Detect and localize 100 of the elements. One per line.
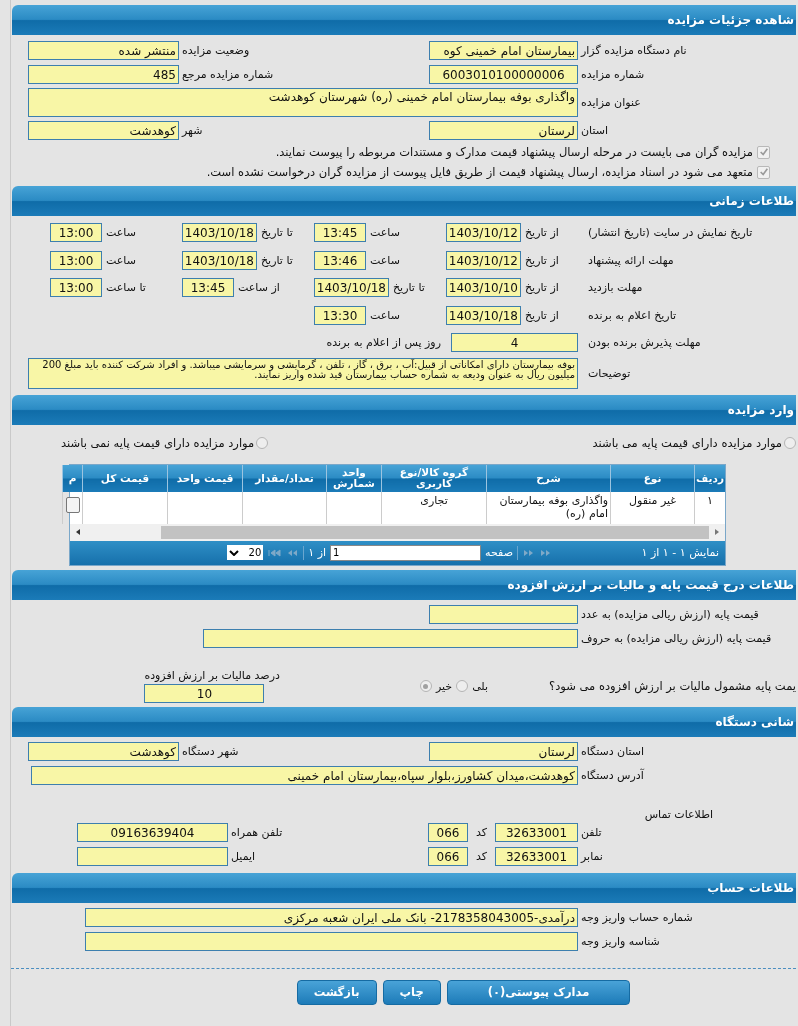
text-field[interactable]: 1403/10/18 xyxy=(182,250,257,270)
checkbox[interactable] xyxy=(757,145,770,159)
text-field[interactable] xyxy=(429,605,578,624)
text-field[interactable]: 13:00 xyxy=(50,278,102,298)
column-header: قیمت واحد xyxy=(167,464,243,492)
text-field[interactable]: 6003010100000006 xyxy=(429,64,578,84)
text-field[interactable]: واگذاری بوفه بیمارستان امام خمینی (ره) شهرستان کوهدشت xyxy=(28,87,578,117)
text-field[interactable]: 1403/10/18 xyxy=(182,223,257,243)
field-label: شماره مزایده مرجع xyxy=(182,67,274,81)
text-field[interactable] xyxy=(85,932,578,951)
text-field[interactable]: 13:00 xyxy=(50,223,102,243)
checkbox[interactable] xyxy=(757,165,770,179)
field-label: قیمت پایه (ارزش ریالی مزایده) به حروف xyxy=(581,632,772,645)
caret-icon[interactable] xyxy=(229,549,240,556)
field-label: از تاریخ xyxy=(524,253,559,267)
section-header: طلاعات زمانی xyxy=(12,186,796,216)
scrollbar-thumb[interactable] xyxy=(161,525,709,539)
column-header: قیمت کل xyxy=(82,464,168,492)
field-label: ایمیل xyxy=(231,850,256,863)
section-header: شاهده جزئیات مزایده xyxy=(12,5,796,35)
radio-button[interactable] xyxy=(456,680,469,692)
page-field[interactable]: 1 xyxy=(330,544,482,561)
field-label: توضیحات xyxy=(588,367,631,380)
text-field[interactable]: لرستان xyxy=(429,120,578,140)
table-cell: ۱ xyxy=(694,491,725,524)
field-label: از تاریخ xyxy=(524,281,559,295)
page-size-select[interactable]: 20 xyxy=(227,545,264,560)
scrollbar-track[interactable] xyxy=(70,523,725,541)
field-label: عنوان مزایده xyxy=(581,95,641,109)
text-field[interactable]: 13:00 xyxy=(50,250,102,270)
text-field[interactable]: 13:45 xyxy=(314,223,366,243)
text-field[interactable]: 13:46 xyxy=(314,250,366,270)
text-field[interactable]: 1403/10/18 xyxy=(314,278,389,298)
pager-summary: نمایش ۱ - ۱ از ۱ xyxy=(640,546,719,559)
field-label: تا تاریخ xyxy=(260,226,293,240)
text-field[interactable]: درآمدی-2178358043005- بانک ملی ایران شعبه مرکزی xyxy=(85,908,578,927)
text-field[interactable]: 066 xyxy=(428,823,468,842)
column-header: تعداد/مقدار xyxy=(242,464,327,492)
text-field[interactable]: لرستان xyxy=(429,742,578,761)
field-label: روز پس از اعلام به برنده xyxy=(326,336,441,350)
text-field[interactable]: 1403/10/12 xyxy=(446,223,521,243)
field-label: تاریخ اعلام به برنده xyxy=(588,308,677,322)
text-field[interactable]: 1403/10/10 xyxy=(446,278,521,298)
section-header: طلاعات حساب xyxy=(12,872,796,903)
text-field[interactable]: کوهدشت،میدان کشاورز،بلوار سپاه،بیمارستان امام خمینی xyxy=(31,766,578,785)
text-field[interactable]: 1403/10/12 xyxy=(446,250,521,270)
section-header: طلاعات درج قیمت پایه و مالیات بر ارزش افزوده xyxy=(12,569,796,600)
column-header: ردیف xyxy=(694,464,725,492)
radio-button[interactable] xyxy=(419,680,432,692)
text-field[interactable]: 09163639404 xyxy=(77,823,228,842)
text-field[interactable]: بیمارستان امام خمینی کوه xyxy=(429,40,578,60)
field-label: استان دستگاه xyxy=(581,745,645,758)
text-field[interactable]: 485 xyxy=(28,64,179,84)
checkbox-label: مزایده گران می بایست در مرحله ارسال پیشنهاد قیمت مدارک و مستندات مربوطه را پیوست نمایند. xyxy=(275,145,753,159)
column-header: م xyxy=(62,464,83,492)
radio-button[interactable] xyxy=(256,436,269,449)
text-field[interactable]: کوهدشت xyxy=(28,742,179,761)
table-cell: تجاری xyxy=(381,491,487,524)
text-field[interactable] xyxy=(77,847,228,866)
field-label: تا تاریخ xyxy=(392,281,425,295)
table-row[interactable]: ۱ غیر منقول واگذاری بوفه بیمارستان امام (ره) تجاری xyxy=(62,491,725,524)
field-label: ساعت xyxy=(105,253,136,267)
field-label: شماره مزایده xyxy=(581,67,645,81)
field-label: کد xyxy=(476,826,487,839)
text-field[interactable]: 32633001 xyxy=(495,847,578,866)
scroll-left-icon[interactable] xyxy=(74,528,82,536)
text-field[interactable]: منتشر شده xyxy=(28,40,179,60)
column-header: گروه کالا/نوع کاربری xyxy=(381,464,487,492)
text-field[interactable]: 32633001 xyxy=(495,823,578,842)
field-label: از تاریخ xyxy=(524,308,559,322)
text-field[interactable]: 13:45 xyxy=(182,278,234,298)
page-count: از ۱ xyxy=(308,546,327,559)
attachments-button[interactable]: مدارک پیوستی(۰) xyxy=(446,979,631,1005)
text-field[interactable]: 10 xyxy=(144,683,265,703)
field-label: تا تاریخ xyxy=(260,253,293,267)
field-label: ساعت xyxy=(105,226,136,240)
first-page-icon[interactable] xyxy=(267,548,282,557)
print-button[interactable]: چاپ xyxy=(382,979,441,1005)
radio-button[interactable] xyxy=(784,436,796,449)
field-label: شماره حساب واریز وجه xyxy=(581,911,693,924)
back-button[interactable]: بازگشت xyxy=(296,979,377,1005)
radio-label: موارد مزایده دارای قیمت پایه می باشند xyxy=(592,435,782,450)
field-label: قیمت پایه (ارزش ریالی مزایده) به عدد xyxy=(581,608,759,621)
field-label: نمابر xyxy=(581,850,603,863)
scroll-right-icon[interactable] xyxy=(713,528,721,536)
text-field[interactable]: 13:30 xyxy=(314,305,366,325)
column-header: واحد شمارش xyxy=(326,464,382,492)
field-label: تلفن xyxy=(581,826,602,839)
field-label: شهر xyxy=(182,123,203,137)
field-label: شهر دستگاه xyxy=(182,745,239,758)
text-field[interactable]: 066 xyxy=(428,847,468,866)
text-field[interactable] xyxy=(203,629,578,648)
page-label: صفحه xyxy=(485,546,513,559)
text-field[interactable]: 1403/10/18 xyxy=(446,305,521,325)
radio-label: خیر xyxy=(435,679,453,693)
text-area[interactable]: بوفه بیمارستان دارای امکاناتی از قبیل:آب ، برق ، گاز ، تلفن ، گرمایشی و سرمایشی میباشد. و افراد شرکت کننده باید مبلغ 200 میلیون ریال به عنوان ودیعه به شماره حساب بیمارستان قید شده واریز نمایند. xyxy=(28,358,578,389)
text-field[interactable]: 4 xyxy=(451,333,578,353)
text-field[interactable]: کوهدشت xyxy=(28,120,179,140)
table-cell: غیر منقول xyxy=(610,491,695,524)
row-button[interactable] xyxy=(66,496,80,513)
